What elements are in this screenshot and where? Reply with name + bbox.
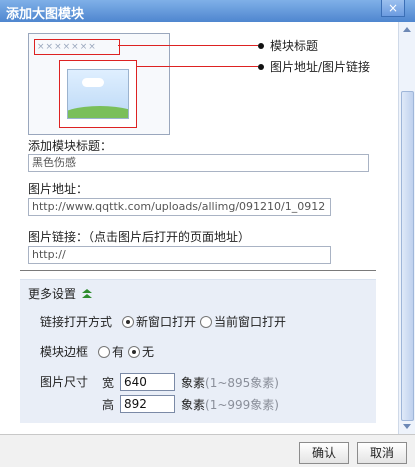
more-settings-toggle[interactable]: 更多设置 [28,285,93,302]
more-settings-label: 更多设置 [28,287,77,301]
border-row: 模块边框 有 无 [40,343,154,360]
close-icon: × [387,1,399,15]
image-url-input[interactable]: http://www.qqttk.com/uploads/allimg/0912… [28,198,331,216]
callout-dot-icon [258,63,264,70]
preview-image-area [59,60,137,128]
width-range-hint: (1~895象素) [205,375,279,390]
scroll-up-icon[interactable] [403,27,411,32]
more-settings-panel: 更多设置 链接打开方式 新窗口打开 当前窗口打开 模块边框 有 无 图片尺寸 宽… [20,279,376,423]
callout-module-title: 模块标题 [118,37,318,54]
landscape-image-icon [67,69,129,119]
radio-current-window[interactable] [200,315,213,328]
image-size-label: 图片尺寸 [40,375,89,389]
radio-border-yes-label[interactable]: 有 [112,343,124,360]
image-link-label: 图片链接：（点击图片后打开的页面地址） [28,230,251,244]
image-url-label: 图片地址： [28,182,89,196]
module-title-input[interactable]: 黑色伤感 [28,154,369,172]
dialog-title: 添加大图模块 [6,7,85,22]
preview-title-placeholder: ××××××× [37,42,97,52]
preview-title-area: ××××××× [34,39,120,55]
link-open-label: 链接打开方式 [40,315,113,329]
height-label: 高 [102,397,115,412]
height-unit: 象素 [181,397,206,412]
radio-border-no-label[interactable]: 无 [142,343,154,360]
radio-current-window-label[interactable]: 当前窗口打开 [214,313,286,330]
close-button[interactable]: × [381,0,405,17]
scrollbar-thumb[interactable] [401,91,414,421]
width-input[interactable]: 640 [120,373,176,391]
width-unit: 象素 [181,375,206,390]
module-title-label: 添加模块标题： [28,139,113,153]
width-row: 宽 640 象素 (1~895象素) [102,373,279,391]
height-row: 高 892 象素 (1~999象素) [102,395,279,413]
dialog-footer: 确认 取消 [0,434,415,467]
callout-dot-icon [258,42,264,49]
border-label: 模块边框 [40,345,89,359]
vertical-scrollbar[interactable] [398,22,415,434]
callout-image: 图片地址/图片链接 [136,58,370,75]
confirm-button[interactable]: 确认 [299,442,349,464]
callout-module-title-label: 模块标题 [270,39,319,53]
radio-border-yes[interactable] [98,345,111,358]
height-range-hint: (1~999象素) [205,397,279,412]
section-divider [20,270,376,271]
image-size-label-row: 图片尺寸 [40,373,88,390]
link-open-row: 链接打开方式 新窗口打开 当前窗口打开 [40,313,286,330]
radio-new-window[interactable] [122,315,135,328]
cancel-button[interactable]: 取消 [357,442,407,464]
radio-new-window-label[interactable]: 新窗口打开 [136,313,196,330]
collapse-up-icon[interactable] [82,288,93,299]
dialog-title-bar: 添加大图模块 × [0,0,415,22]
width-label: 宽 [102,375,115,390]
callout-image-label: 图片地址/图片链接 [270,60,371,74]
image-link-input[interactable]: http:// [28,246,331,264]
radio-border-no[interactable] [128,345,141,358]
scroll-down-icon[interactable] [403,424,411,429]
height-input[interactable]: 892 [120,395,176,413]
